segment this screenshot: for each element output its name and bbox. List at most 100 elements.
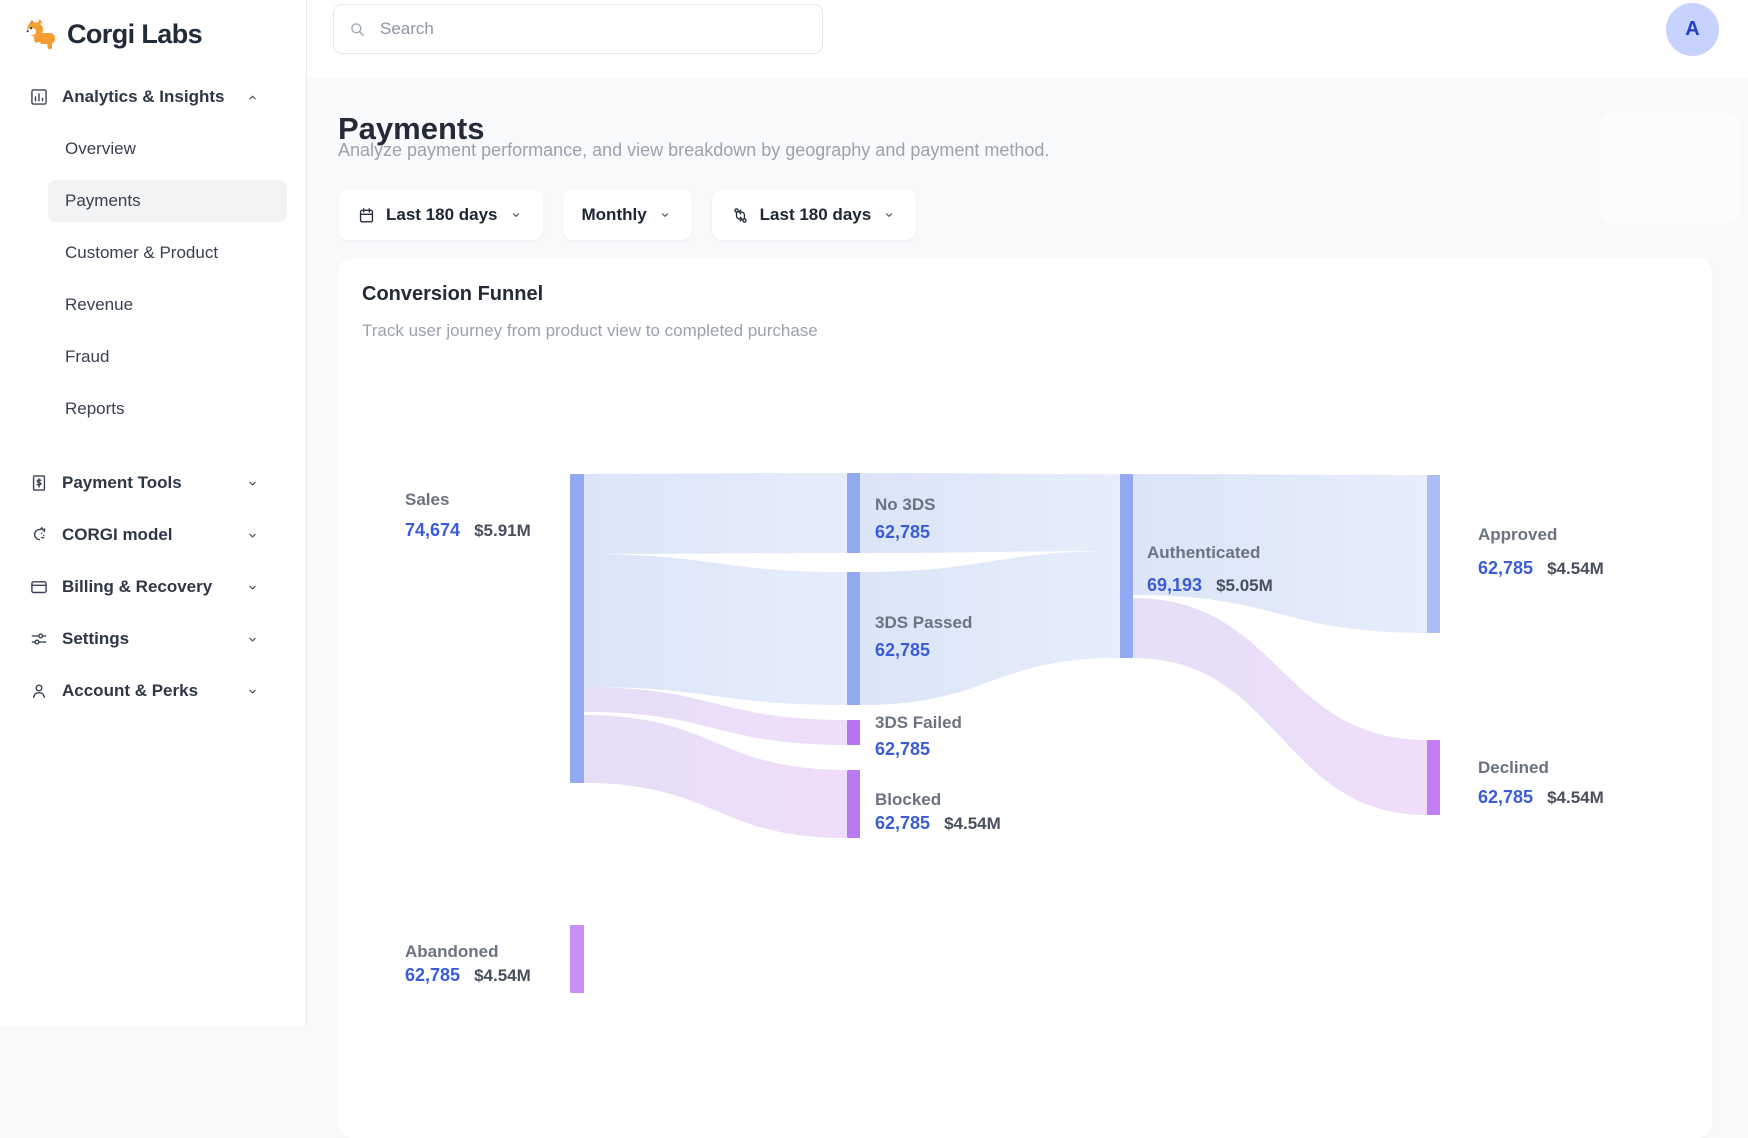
node-name: Declined [1478, 758, 1549, 778]
node-amount: $4.54M [1547, 559, 1604, 579]
sidebar-item-corgi-model[interactable]: CORGI model [19, 514, 287, 556]
node-label-approved: Approved [1478, 525, 1557, 545]
node-count[interactable]: 69,193 [1147, 575, 1202, 596]
receipt-icon [29, 473, 49, 493]
chevron-down-icon[interactable] [244, 683, 261, 700]
search-icon [348, 20, 367, 39]
node-label-no_3ds: No 3DS [875, 495, 935, 515]
node-bar-abandoned[interactable] [570, 925, 584, 993]
flow-sales-to-3ds_passed[interactable] [584, 554, 847, 705]
sidebar-subitem-overview[interactable]: Overview [48, 128, 287, 170]
node-bar-3ds_passed[interactable] [847, 572, 860, 705]
sidebar-item-settings[interactable]: Settings [19, 618, 287, 660]
node-name: Abandoned [405, 942, 499, 962]
node-label-3ds_failed: 3DS Failed [875, 713, 962, 733]
node-bar-approved[interactable] [1427, 475, 1440, 633]
node-values-approved: 62,785 $4.54M [1478, 558, 1604, 579]
sidebar-subitem-revenue[interactable]: Revenue [48, 284, 287, 326]
sidebar-subitem-label: Fraud [65, 347, 109, 367]
node-count[interactable]: 62,785 [875, 640, 930, 661]
sidebar-subitem-label: Overview [65, 139, 136, 159]
node-bar-authenticated[interactable] [1120, 474, 1133, 658]
chevron-down-icon[interactable] [244, 527, 261, 544]
sidebar-subitem-fraud[interactable]: Fraud [48, 336, 287, 378]
user-icon [29, 681, 49, 701]
node-bar-sales[interactable] [570, 474, 584, 783]
conversion-funnel-card: Conversion Funnel Track user journey fro… [338, 258, 1712, 1138]
chevron-down-icon[interactable] [244, 631, 261, 648]
node-bar-declined[interactable] [1427, 740, 1440, 815]
sankey-svg [338, 258, 1712, 1058]
brand-name: Corgi Labs [67, 19, 202, 50]
node-count[interactable]: 74,674 [405, 520, 460, 541]
sidebar-subitem-label: Revenue [65, 295, 133, 315]
node-count[interactable]: 62,785 [875, 522, 930, 543]
node-bar-no_3ds[interactable] [847, 473, 860, 553]
filter-button-0[interactable]: Last 180 days [338, 190, 543, 240]
filter-button-2[interactable]: Last 180 days [712, 190, 917, 240]
sidebar-item-analytics-insights[interactable]: Analytics & Insights [19, 76, 287, 118]
node-bar-3ds_failed[interactable] [847, 720, 860, 745]
sidebar: Corgi Labs Analytics & Insights Overview P… [0, 0, 307, 1026]
sidebar-item-label: Settings [62, 629, 129, 649]
sidebar-item-account-perks[interactable]: Account & Perks [19, 670, 287, 712]
node-label-declined: Declined [1478, 758, 1549, 778]
sidebar-subitem-label: Customer & Product [65, 243, 218, 263]
user-avatar[interactable]: A [1666, 3, 1719, 56]
chevron-up-icon[interactable] [244, 89, 261, 106]
filter-bar: Last 180 days Monthly Last 180 days [338, 190, 916, 240]
sidebar-subitem-payments[interactable]: Payments [48, 180, 287, 222]
sidebar-subitem-label: Payments [65, 191, 141, 211]
corgi-labs-dashboard: { "brand": { "name": "Corgi Labs" }, "to… [0, 0, 1748, 1026]
sidebar-item-label: CORGI model [62, 525, 173, 545]
calendar-icon [357, 206, 376, 225]
search-box[interactable] [333, 4, 823, 54]
node-amount: $5.91M [474, 521, 531, 541]
node-values-declined: 62,785 $4.54M [1478, 787, 1604, 808]
node-label-abandoned: Abandoned [405, 942, 499, 962]
node-name: Approved [1478, 525, 1557, 545]
node-amount: $4.54M [1547, 788, 1604, 808]
sidebar-subitem-customer-product[interactable]: Customer & Product [48, 232, 287, 274]
node-name: No 3DS [875, 495, 935, 515]
node-count[interactable]: 62,785 [875, 739, 930, 760]
sidebar-item-label: Payment Tools [62, 473, 182, 493]
node-count[interactable]: 62,785 [875, 813, 930, 834]
node-count[interactable]: 62,785 [1478, 787, 1533, 808]
filter-button-1[interactable]: Monthly [563, 190, 692, 240]
filter-label: Last 180 days [760, 205, 872, 225]
sidebar-item-label: Analytics & Insights [62, 87, 224, 107]
sidebar-item-billing-recovery[interactable]: Billing & Recovery [19, 566, 287, 608]
node-label-blocked: Blocked [875, 790, 941, 810]
node-label-authenticated: Authenticated [1147, 543, 1260, 563]
sliders-icon [29, 629, 49, 649]
sidebar-nav: Analytics & Insights Overview Payments Cust… [19, 76, 287, 712]
node-bar-blocked[interactable] [847, 770, 860, 838]
chevron-down-icon [508, 207, 524, 223]
main-content: Payments Analyze payment performance, an… [307, 78, 1748, 1026]
chevron-down-icon [881, 207, 897, 223]
search-input[interactable] [378, 18, 808, 40]
chevron-down-icon[interactable] [244, 475, 261, 492]
node-values-3ds_failed: 62,785 [875, 739, 930, 760]
node-count[interactable]: 62,785 [405, 965, 460, 986]
sidebar-item-label: Account & Perks [62, 681, 198, 701]
node-name: Authenticated [1147, 543, 1260, 563]
node-values-authenticated: 69,193$5.05M [1147, 575, 1273, 596]
sidebar-item-payment-tools[interactable]: Payment Tools [19, 462, 287, 504]
brand-logo[interactable]: Corgi Labs [19, 14, 287, 54]
dog-icon [29, 525, 49, 545]
topbar: A [307, 0, 1748, 78]
decorative-panel [1599, 112, 1741, 224]
node-name: Sales [405, 490, 449, 510]
chevron-down-icon[interactable] [244, 579, 261, 596]
sidebar-subitem-reports[interactable]: Reports [48, 388, 287, 430]
card-icon [29, 577, 49, 597]
node-count[interactable]: 62,785 [1478, 558, 1533, 579]
sidebar-item-label: Billing & Recovery [62, 577, 212, 597]
node-name: 3DS Passed [875, 613, 972, 633]
flow-sales-to-no_3ds[interactable] [584, 473, 847, 554]
node-values-abandoned: 62,785$4.54M [405, 965, 531, 986]
chart-icon [29, 87, 49, 107]
node-values-blocked: 62,785$4.54M [875, 813, 1001, 834]
